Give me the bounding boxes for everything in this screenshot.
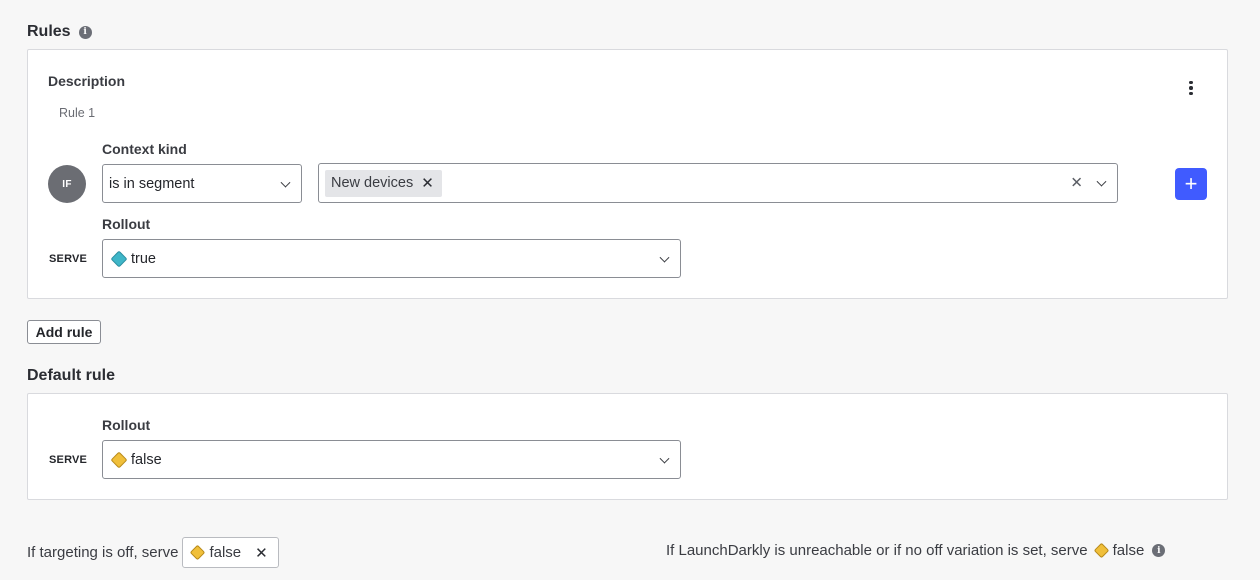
rollout-select[interactable]: true — [102, 239, 681, 278]
segment-multiselect[interactable]: New devices ✕ ✕ — [318, 163, 1118, 203]
rule-name[interactable]: Rule 1 — [59, 106, 95, 120]
info-icon[interactable]: i — [1152, 544, 1166, 557]
remove-chip-icon[interactable]: ✕ — [421, 176, 434, 191]
default-rollout-label: Rollout — [102, 417, 151, 433]
operator-select[interactable]: is in segment — [102, 164, 302, 203]
fallback-value: false — [1112, 542, 1145, 559]
description-label[interactable]: Description — [48, 73, 125, 89]
variation-diamond-icon — [190, 544, 206, 561]
variation-diamond-icon — [110, 250, 128, 267]
fallback-row: If LaunchDarkly is unreachable or if no … — [666, 542, 1166, 559]
info-icon[interactable]: i — [78, 25, 92, 39]
off-variation-row: If targeting is off, serve false ✕ — [27, 537, 279, 568]
plus-icon: + — [1184, 171, 1198, 196]
rules-title: Rules — [27, 23, 71, 40]
chevron-down-icon — [659, 453, 670, 464]
operator-value: is in segment — [109, 175, 195, 192]
default-serve-label: SERVE — [49, 454, 88, 466]
add-clause-button[interactable]: + — [1175, 168, 1207, 200]
default-rule-heading: Default rule — [27, 367, 116, 384]
default-serve-value: false — [131, 451, 162, 468]
off-variation-text: If targeting is off, serve — [27, 544, 179, 561]
segment-chip: New devices ✕ — [325, 169, 442, 197]
clear-icon[interactable]: ✕ — [255, 544, 268, 562]
variation-diamond-icon — [1093, 542, 1109, 559]
off-variation-value: false — [209, 544, 242, 561]
chevron-down-icon[interactable] — [1096, 176, 1107, 187]
segment-chip-label: New devices — [331, 175, 414, 191]
chevron-down-icon — [280, 177, 291, 188]
fallback-text: If LaunchDarkly is unreachable or if no … — [666, 542, 1088, 559]
default-rollout-select[interactable]: false — [102, 440, 681, 479]
rollout-label: Rollout — [102, 216, 151, 232]
kebab-menu-icon[interactable] — [1181, 78, 1201, 98]
context-kind-label: Context kind — [102, 141, 187, 157]
add-rule-button[interactable]: Add rule — [27, 320, 101, 344]
default-rule-card: Rollout SERVE false — [27, 393, 1228, 500]
if-badge: IF — [48, 165, 86, 203]
clear-icon[interactable]: ✕ — [1070, 174, 1083, 192]
variation-diamond-icon — [110, 451, 128, 468]
rules-heading: Rules i — [27, 23, 92, 41]
off-variation-select[interactable]: false ✕ — [182, 537, 279, 568]
serve-value: true — [131, 250, 156, 267]
serve-label: SERVE — [49, 253, 88, 265]
rule-card: Description Rule 1 Context kind IF is in… — [27, 49, 1228, 299]
chevron-down-icon — [659, 252, 670, 263]
